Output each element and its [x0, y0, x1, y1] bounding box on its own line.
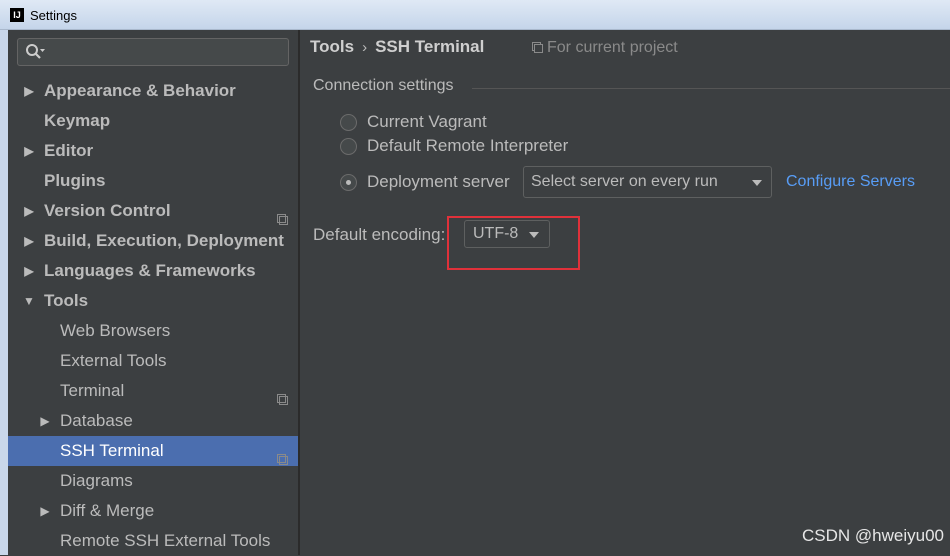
- server-select-dropdown[interactable]: Select server on every run: [523, 166, 772, 198]
- radio-label: Current Vagrant: [367, 112, 487, 131]
- sidebar-item[interactable]: Remote SSH External Tools: [8, 526, 298, 556]
- settings-main-panel: Tools › SSH Terminal For current project C…: [300, 30, 950, 555]
- expand-arrow-right-icon[interactable]: ▶: [38, 496, 52, 526]
- breadcrumb-separator: ›: [362, 39, 368, 56]
- configure-servers-link[interactable]: Configure Servers: [786, 173, 915, 191]
- sidebar-item[interactable]: ▶ Editor: [8, 136, 298, 166]
- server-select-value: Select server on every run: [531, 173, 718, 190]
- sidebar-item[interactable]: ▶ Build, Execution, Deployment: [8, 226, 298, 256]
- sidebar-item[interactable]: Plugins: [8, 166, 298, 196]
- expand-arrow-right-icon[interactable]: ▶: [22, 136, 36, 166]
- connection-settings-title: Connection settings: [313, 77, 454, 94]
- sidebar-item-label: Terminal: [60, 381, 125, 400]
- sidebar-item-label: External Tools: [60, 351, 167, 370]
- sidebar-item-label: Appearance & Behavior: [44, 81, 236, 100]
- expand-arrow-right-icon[interactable]: ▶: [22, 256, 36, 286]
- project-scope-icon: [277, 385, 288, 405]
- search-icon: [26, 44, 45, 59]
- sidebar-item[interactable]: ▼ Tools: [8, 286, 298, 316]
- expand-arrow-right-icon[interactable]: ▶: [22, 76, 36, 106]
- window-title: Settings: [30, 8, 77, 23]
- sidebar-item[interactable]: Web Browsers: [8, 316, 298, 346]
- sidebar-item[interactable]: Terminal: [8, 376, 298, 406]
- sidebar-item[interactable]: ▶ Appearance & Behavior: [8, 76, 298, 106]
- radio-label: Default Remote Interpreter: [367, 136, 569, 155]
- radio-button[interactable]: [340, 138, 357, 155]
- radio-button[interactable]: [340, 114, 357, 131]
- project-scope-icon: [277, 445, 288, 465]
- sidebar-item-label: Editor: [44, 141, 94, 160]
- sidebar-item-label: Build, Execution, Deployment: [44, 231, 284, 250]
- highlight-annotation-box: [447, 216, 580, 270]
- breadcrumb-parent[interactable]: Tools: [310, 37, 354, 56]
- radio-label: Deployment server: [367, 172, 510, 191]
- for-current-project-note: For current project: [532, 39, 678, 57]
- sidebar-item-label: Web Browsers: [60, 321, 171, 340]
- app-icon: IJ: [10, 8, 24, 22]
- section-divider: [472, 88, 950, 89]
- sidebar-item[interactable]: ▶ Diff & Merge: [8, 496, 298, 526]
- sidebar-item-label: Plugins: [44, 171, 106, 190]
- chevron-down-icon: [752, 180, 762, 186]
- radio-button-checked[interactable]: [340, 174, 357, 191]
- watermark: CSDN @hweiyu00: [802, 526, 944, 545]
- sidebar-item[interactable]: Keymap: [8, 106, 298, 136]
- default-encoding-label: Default encoding:: [313, 225, 446, 244]
- for-current-project-label: For current project: [547, 39, 678, 56]
- expand-arrow-right-icon[interactable]: ▶: [38, 406, 52, 436]
- sidebar-item-label: Keymap: [44, 111, 111, 130]
- sidebar-item[interactable]: ▶ Version Control: [8, 196, 298, 226]
- sidebar-item-label: Diagrams: [60, 471, 133, 490]
- sidebar-item[interactable]: External Tools: [8, 346, 298, 376]
- sidebar-item-label: Tools: [44, 291, 89, 310]
- window-title-bar: IJ Settings: [0, 0, 950, 30]
- expand-arrow-right-icon[interactable]: ▶: [22, 196, 36, 226]
- expand-arrow-right-icon[interactable]: ▶: [22, 226, 36, 256]
- sidebar-item[interactable]: ▶ Database: [8, 406, 298, 436]
- project-scope-icon: [277, 205, 288, 225]
- expand-arrow-down-icon[interactable]: ▼: [22, 286, 36, 316]
- sidebar-item-label: SSH Terminal: [60, 441, 164, 460]
- window-border: [0, 30, 8, 555]
- sidebar-item[interactable]: SSH Terminal: [8, 436, 298, 466]
- breadcrumb-current: SSH Terminal: [375, 37, 485, 56]
- settings-sidebar: ▶ Appearance & Behavior Keymap ▶ Editor Plugi…: [8, 30, 298, 555]
- breadcrumb: Tools › SSH Terminal: [310, 37, 484, 57]
- sidebar-item-label: Remote SSH External Tools: [60, 531, 271, 550]
- sidebar-item[interactable]: ▶ Languages & Frameworks: [8, 256, 298, 286]
- sidebar-item-label: Database: [60, 411, 133, 430]
- sidebar-item[interactable]: Diagrams: [8, 466, 298, 496]
- sidebar-item-label: Diff & Merge: [60, 501, 155, 520]
- sidebar-item-label: Version Control: [44, 201, 171, 220]
- project-scope-icon: [532, 42, 543, 53]
- search-input[interactable]: [17, 38, 289, 66]
- sidebar-item-label: Languages & Frameworks: [44, 261, 256, 280]
